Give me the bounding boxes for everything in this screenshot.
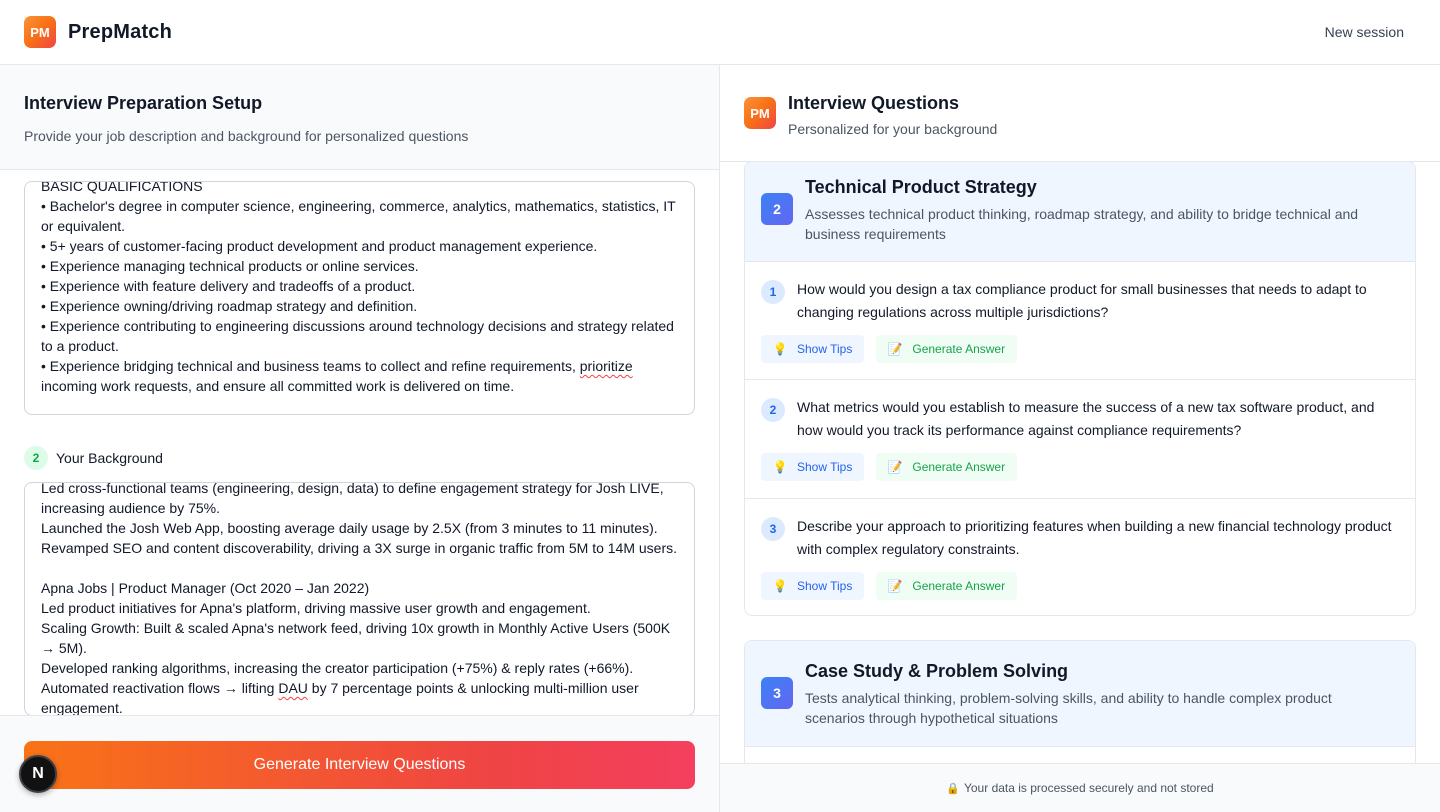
generate-answer-label: Generate Answer bbox=[912, 460, 1006, 474]
question-item: 3 Describe your approach to prioritizing… bbox=[745, 499, 1415, 615]
jd-line: • 5+ years of customer-facing product de… bbox=[41, 238, 598, 254]
setup-header: Interview Preparation Setup Provide your… bbox=[0, 65, 719, 170]
questions-subtitle: Personalized for your background bbox=[788, 121, 998, 137]
question-text: What metrics would you establish to meas… bbox=[797, 399, 1375, 438]
question-category: 2 Technical Product Strategy Assesses te… bbox=[744, 162, 1416, 616]
jd-text: incoming work requests, and ensure all c… bbox=[41, 378, 515, 394]
category-number: 2 bbox=[761, 193, 793, 225]
app-name: PrepMatch bbox=[68, 20, 173, 43]
questions-panel: PM Interview Questions Personalized for … bbox=[720, 65, 1440, 812]
bg-line: Led product initiatives for Apna's platf… bbox=[41, 600, 591, 616]
question-text: Describe your approach to prioritizing f… bbox=[797, 518, 1392, 557]
question-item: 1 How would you design a tax compliance … bbox=[745, 262, 1415, 380]
questions-title: Interview Questions bbox=[788, 93, 960, 113]
generate-answer-label: Generate Answer bbox=[912, 342, 1006, 356]
category-description: Tests analytical thinking, problem-solvi… bbox=[805, 690, 1332, 726]
top-bar: PM PrepMatch New session bbox=[0, 0, 1440, 65]
bg-line: Revamped SEO and content discoverability… bbox=[41, 540, 678, 556]
background-section-label: 2 Your Background bbox=[24, 446, 163, 470]
setup-footer: Generate Interview Questions bbox=[0, 715, 719, 812]
memo-icon: 📝 bbox=[887, 460, 903, 474]
show-tips-button[interactable]: 💡 Show Tips bbox=[761, 572, 865, 600]
question-item: 2 What metrics would you establish to me… bbox=[745, 380, 1415, 499]
jd-line: • Experience contributing to engineering… bbox=[41, 318, 674, 354]
dev-tools-badge[interactable]: N bbox=[19, 755, 57, 793]
bg-line bbox=[41, 558, 678, 578]
jd-line: • Experience owning/driving roadmap stra… bbox=[41, 298, 418, 314]
category-title: Technical Product Strategy bbox=[805, 177, 1037, 197]
job-description-textarea[interactable]: BASIC QUALIFICATIONS • Bachelor's degree… bbox=[24, 181, 695, 415]
generate-answer-button[interactable]: 📝 Generate Answer bbox=[876, 572, 1018, 600]
setup-title: Interview Preparation Setup bbox=[24, 93, 263, 113]
bg-line: Scaling Growth: Built & scaled Apna's ne… bbox=[41, 620, 671, 656]
show-tips-label: Show Tips bbox=[797, 579, 853, 593]
jd-line: • Experience bridging technical and busi… bbox=[41, 356, 678, 396]
app-logo: PM bbox=[24, 16, 56, 48]
bg-line: Launched the Josh Web App, boosting aver… bbox=[41, 520, 658, 536]
bg-line: Apna Jobs | Product Manager (Oct 2020 – … bbox=[41, 580, 370, 596]
category-header: 3 Case Study & Problem Solving Tests ana… bbox=[745, 641, 1415, 747]
jd-line: • Experience with feature delivery and t… bbox=[41, 278, 416, 294]
show-tips-label: Show Tips bbox=[797, 342, 853, 356]
step-badge: 2 bbox=[24, 446, 48, 470]
spellcheck-word: prioritize bbox=[579, 358, 633, 374]
question-category: 3 Case Study & Problem Solving Tests ana… bbox=[744, 640, 1416, 763]
generate-answer-label: Generate Answer bbox=[912, 579, 1006, 593]
jd-line: BASIC QUALIFICATIONS bbox=[41, 181, 203, 194]
generate-answer-button[interactable]: 📝 Generate Answer bbox=[876, 453, 1018, 481]
show-tips-label: Show Tips bbox=[797, 460, 853, 474]
show-tips-button[interactable]: 💡 Show Tips bbox=[761, 335, 865, 363]
questions-header: PM Interview Questions Personalized for … bbox=[720, 65, 1440, 162]
background-label: Your Background bbox=[56, 450, 163, 466]
category-description: Assesses technical product thinking, roa… bbox=[805, 206, 1359, 242]
bg-line: Led cross-functional teams (engineering,… bbox=[41, 482, 664, 516]
setup-subtitle: Provide your job description and backgro… bbox=[24, 128, 469, 144]
setup-panel: Interview Preparation Setup Provide your… bbox=[0, 65, 720, 812]
lightbulb-icon: 💡 bbox=[772, 460, 788, 474]
jd-line: • Bachelor's degree in computer science,… bbox=[41, 198, 676, 234]
background-textarea[interactable]: Led cross-functional teams (engineering,… bbox=[24, 482, 695, 716]
bg-text: Automated reactivation flows → lifting bbox=[41, 680, 279, 696]
category-header: 2 Technical Product Strategy Assesses te… bbox=[745, 162, 1415, 262]
bg-line: Developed ranking algorithms, increasing… bbox=[41, 660, 634, 676]
security-note-text: Your data is processed securely and not … bbox=[963, 781, 1214, 795]
lightbulb-icon: 💡 bbox=[772, 342, 788, 356]
question-number: 2 bbox=[761, 398, 785, 422]
question-number: 3 bbox=[761, 517, 785, 541]
memo-icon: 📝 bbox=[887, 579, 903, 593]
bg-line: Automated reactivation flows → lifting D… bbox=[41, 678, 678, 715]
questions-scroll-area[interactable]: 2 Technical Product Strategy Assesses te… bbox=[720, 162, 1440, 763]
jd-line: • Experience managing technical products… bbox=[41, 258, 419, 274]
security-note: 🔒 Your data is processed securely and no… bbox=[720, 763, 1440, 812]
new-session-button[interactable]: New session bbox=[1313, 18, 1416, 46]
lock-icon: 🔒 bbox=[946, 782, 960, 795]
memo-icon: 📝 bbox=[887, 342, 903, 356]
generate-questions-button[interactable]: Generate Interview Questions bbox=[24, 741, 695, 789]
generate-answer-button[interactable]: 📝 Generate Answer bbox=[876, 335, 1018, 363]
lightbulb-icon: 💡 bbox=[772, 579, 788, 593]
question-number: 1 bbox=[761, 280, 785, 304]
show-tips-button[interactable]: 💡 Show Tips bbox=[761, 453, 865, 481]
question-text: How would you design a tax compliance pr… bbox=[797, 281, 1367, 320]
panel-logo: PM bbox=[744, 97, 776, 129]
spellcheck-word: DAU bbox=[278, 680, 308, 696]
category-title: Case Study & Problem Solving bbox=[805, 661, 1069, 681]
category-number: 3 bbox=[761, 677, 793, 709]
jd-text: • Experience bridging technical and busi… bbox=[41, 358, 580, 374]
